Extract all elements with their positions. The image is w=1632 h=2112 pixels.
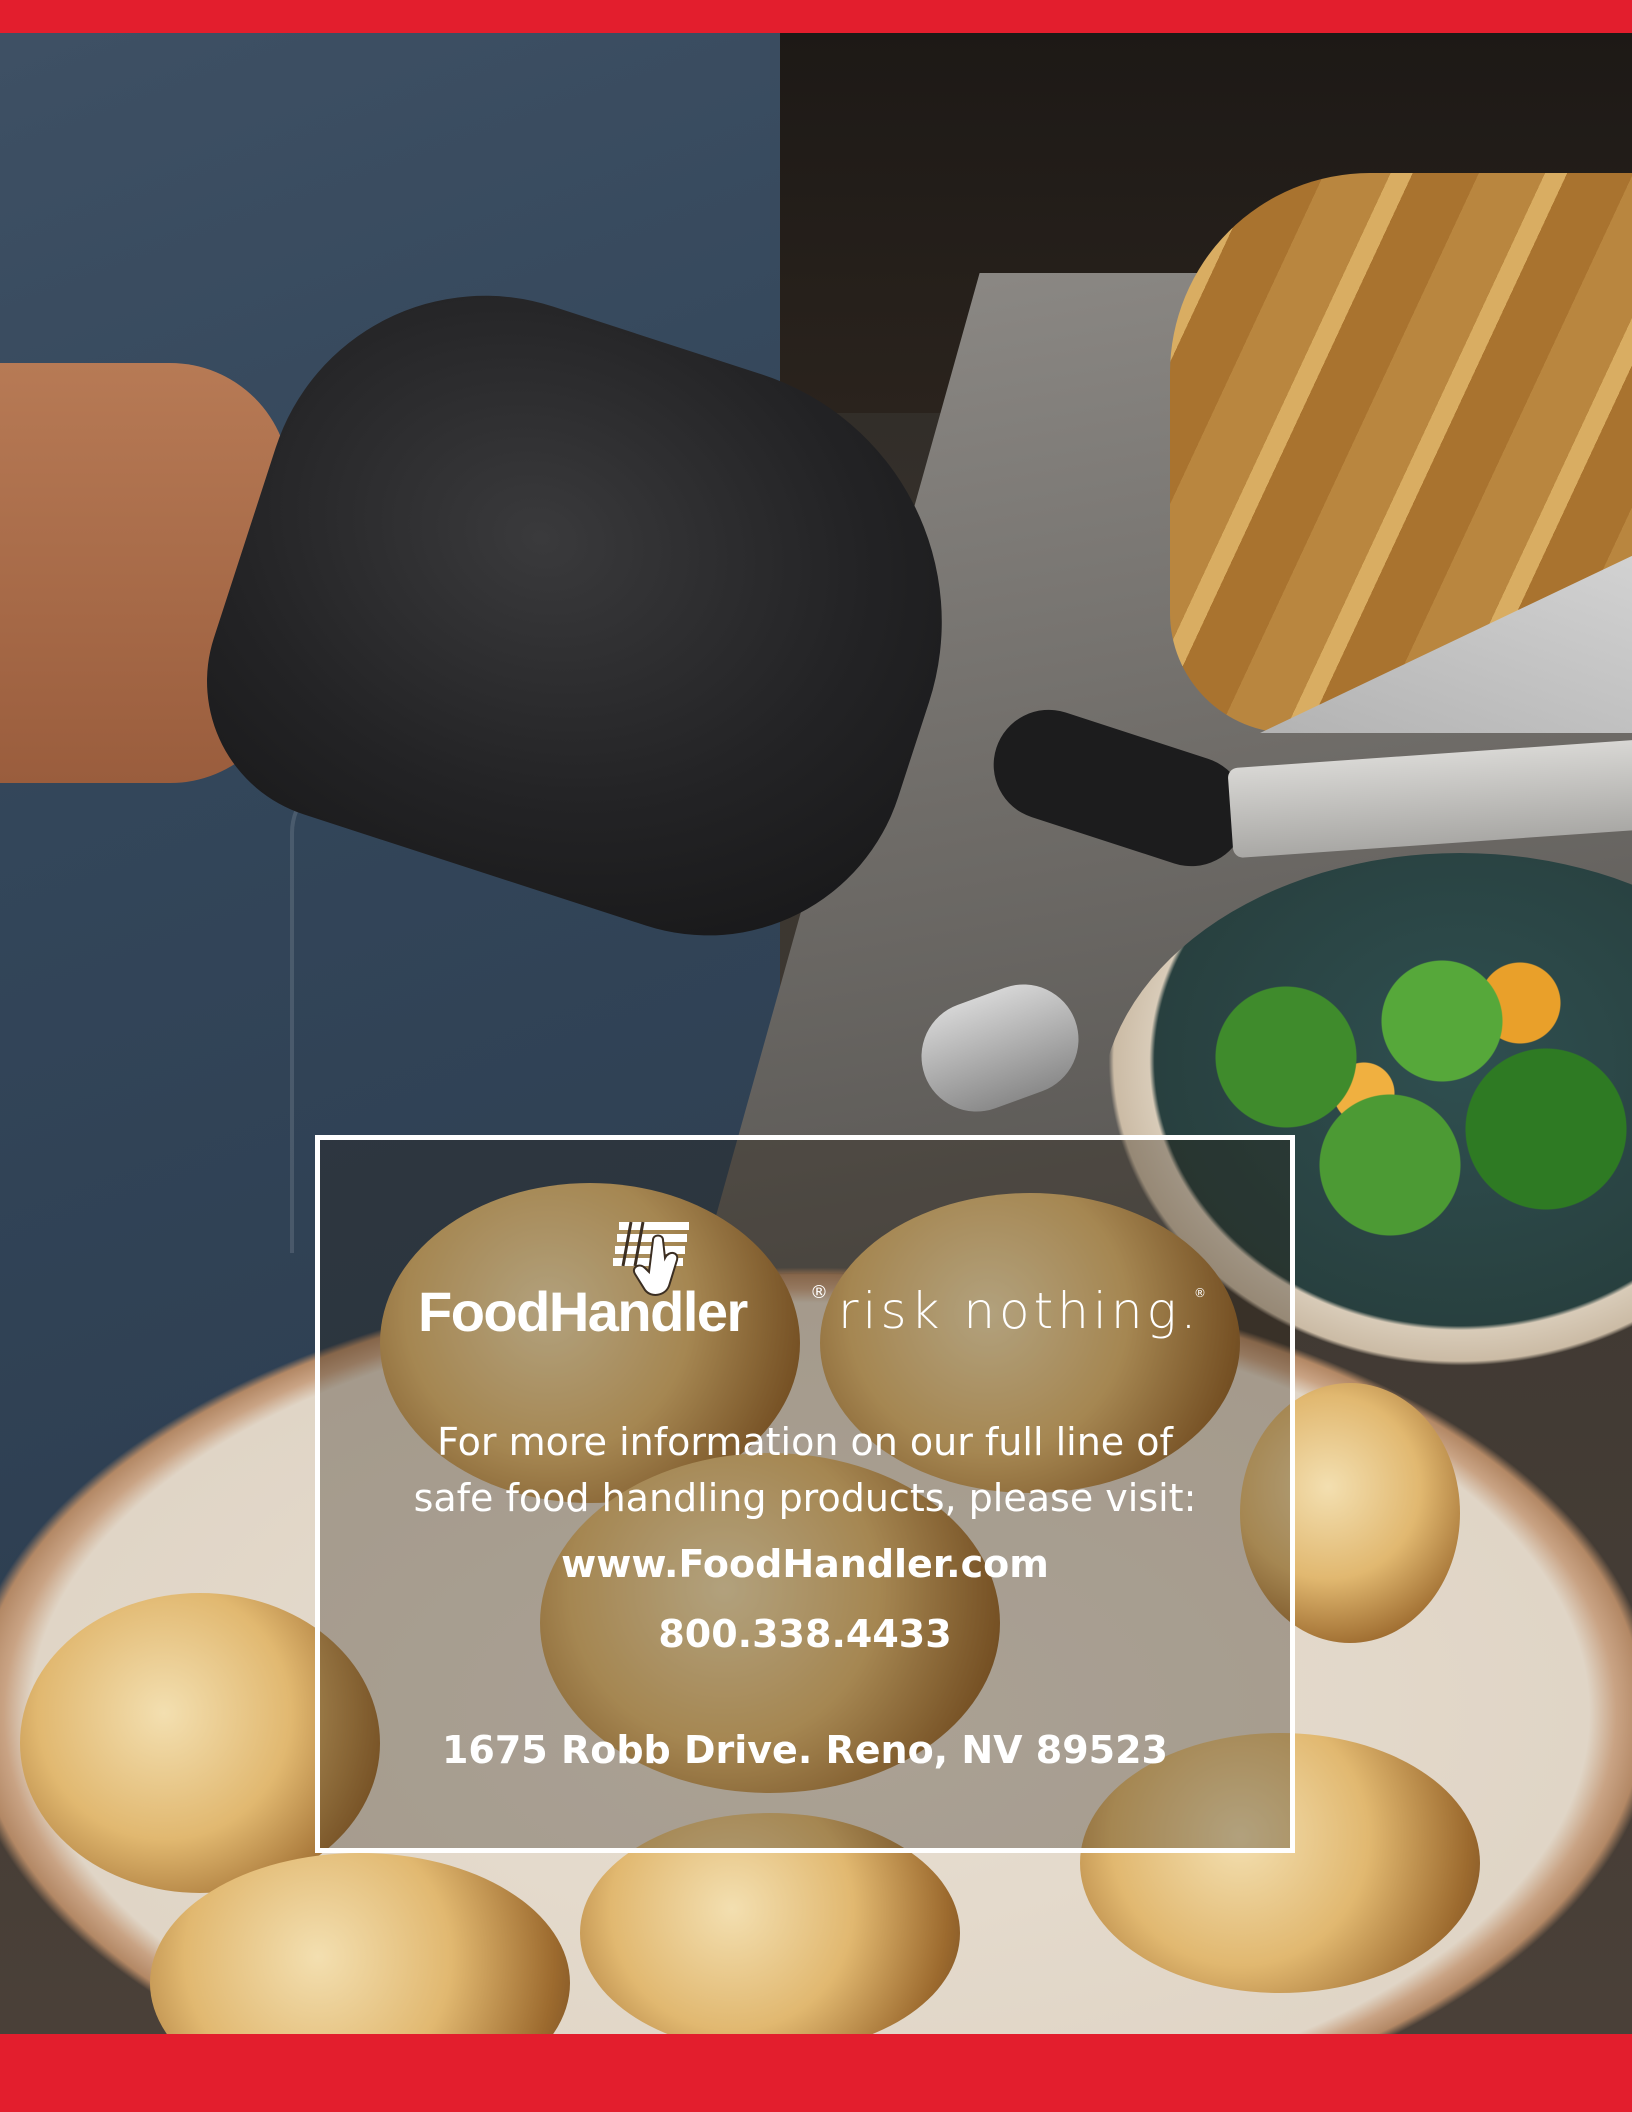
info-text: For more information on our full line of… [315, 1414, 1295, 1526]
tagline-registered-mark: ® [1194, 1286, 1206, 1300]
brand-name: FoodHandler [418, 1280, 748, 1343]
info-line-2: safe food handling products, please visi… [413, 1476, 1197, 1520]
bottom-red-band [0, 2034, 1632, 2112]
website-link[interactable]: www.FoodHandler.com [315, 1536, 1295, 1592]
phone-number: 800.338.4433 [658, 1612, 952, 1656]
brand-tagline: risk nothing. [838, 1282, 1201, 1340]
mailing-address: 1675 Robb Drive. Reno, NV 89523 [441, 1728, 1168, 1772]
foodhandler-logo: FoodHandler ® risk nothing. ® [418, 1220, 1218, 1340]
info-line-1: For more information on our full line of [437, 1420, 1173, 1464]
top-red-band [0, 0, 1632, 33]
brand-registered-mark: ® [810, 1282, 828, 1303]
